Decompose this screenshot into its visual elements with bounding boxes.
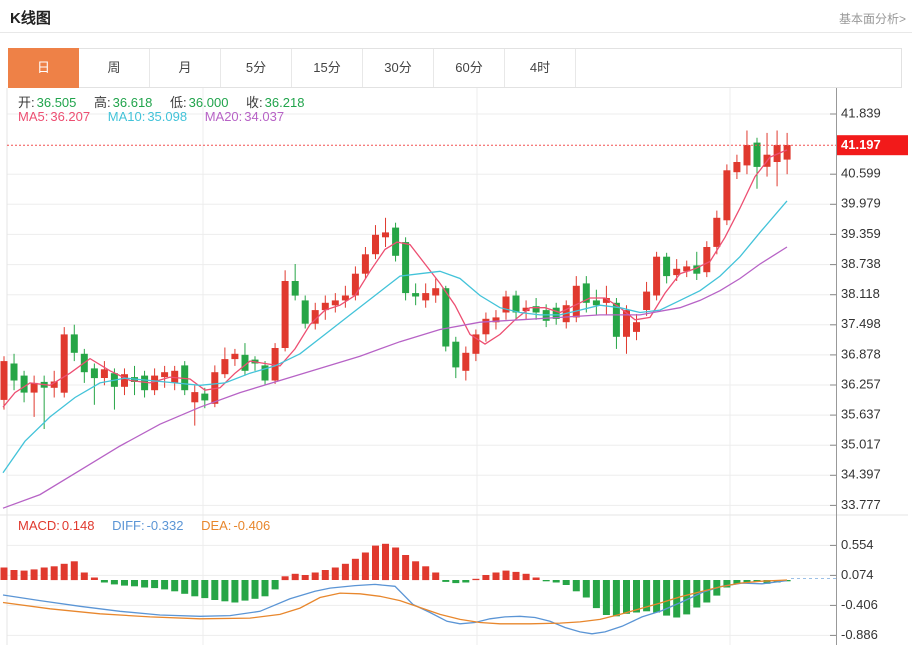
tab-4hour[interactable]: 4时 — [505, 49, 576, 87]
svg-text:-0.406: -0.406 — [841, 597, 878, 612]
page-title: K线图 — [10, 7, 51, 28]
tab-5min[interactable]: 5分 — [221, 49, 292, 87]
svg-text:37.498: 37.498 — [841, 316, 881, 331]
tab-30min[interactable]: 30分 — [363, 49, 434, 87]
svg-text:-0.886: -0.886 — [841, 627, 878, 642]
svg-text:36.257: 36.257 — [841, 376, 881, 391]
svg-text:41.197: 41.197 — [841, 137, 881, 152]
svg-text:0.554: 0.554 — [841, 537, 874, 552]
svg-text:35.017: 35.017 — [841, 437, 881, 452]
svg-text:39.979: 39.979 — [841, 196, 881, 211]
tab-month[interactable]: 月 — [150, 49, 221, 87]
svg-text:0.074: 0.074 — [841, 567, 874, 582]
svg-text:34.397: 34.397 — [841, 467, 881, 482]
svg-text:39.359: 39.359 — [841, 226, 881, 241]
svg-text:38.118: 38.118 — [841, 286, 880, 301]
tab-15min[interactable]: 15分 — [292, 49, 363, 87]
tab-week[interactable]: 周 — [79, 49, 150, 87]
page-header: K线图 基本面分析> — [0, 0, 912, 33]
svg-text:41.839: 41.839 — [841, 105, 881, 120]
interval-tabbar: 日周月5分15分30分60分4时 — [8, 48, 902, 88]
svg-text:33.777: 33.777 — [841, 497, 881, 512]
svg-text:38.738: 38.738 — [841, 256, 881, 271]
fundamental-analysis-link[interactable]: 基本面分析> — [839, 10, 906, 27]
tab-60min[interactable]: 60分 — [434, 49, 505, 87]
tab-day[interactable]: 日 — [8, 48, 79, 88]
svg-text:36.878: 36.878 — [841, 346, 881, 361]
kline-chart[interactable]: 41.839 40.599 39.979 39.359 38.738 38.118 37.4… — [0, 88, 912, 645]
chart-area: 41.839 40.599 39.979 39.359 38.738 38.118 37.4… — [0, 88, 912, 645]
svg-text:40.599: 40.599 — [841, 166, 881, 181]
kline-page: K线图 基本面分析> 日周月5分15分30分60分4时 41.839 40.599… — [0, 0, 912, 645]
svg-text:35.637: 35.637 — [841, 407, 881, 422]
